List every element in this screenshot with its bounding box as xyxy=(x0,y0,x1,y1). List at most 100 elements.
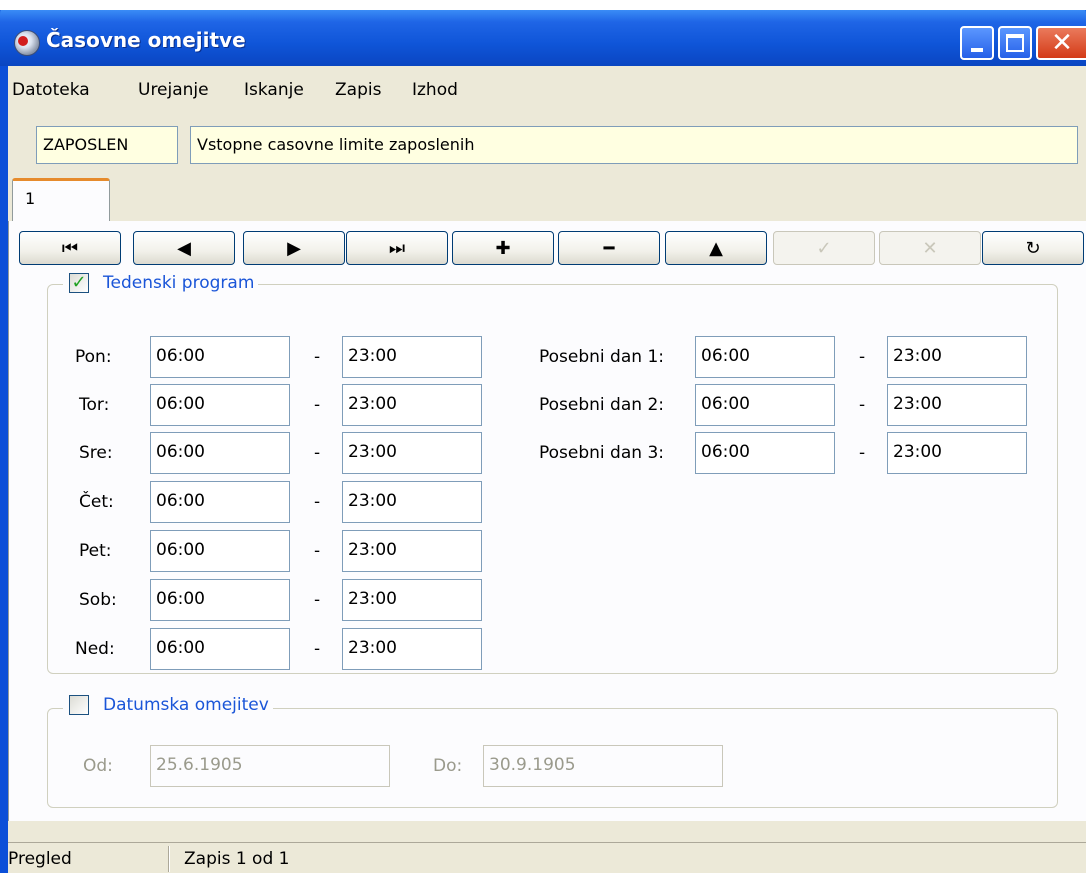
title-bar-top-edge xyxy=(0,0,1086,10)
cet-dash: - xyxy=(314,492,321,512)
plus-icon: ✚ xyxy=(495,237,511,259)
window-title: Časovne omejitve xyxy=(46,28,246,52)
sre-dash: - xyxy=(314,443,321,463)
weekly-program-label: Tedenski program xyxy=(103,273,255,293)
first-icon: ⏮ xyxy=(61,237,79,259)
code-field[interactable]: ZAPOSLEN xyxy=(36,126,178,164)
tab-strip: 1 xyxy=(8,178,1086,224)
last-icon: ⏭ xyxy=(388,237,406,259)
special-day-1-label: Posebni dan 1: xyxy=(539,347,664,367)
maximize-icon xyxy=(1006,34,1024,52)
day-label-tor: Tor: xyxy=(79,395,110,415)
tor-dash: - xyxy=(314,395,321,415)
client-area: Datoteka Urejanje Iskanje Zapis Izhod ZA… xyxy=(8,66,1086,873)
ned-dash: - xyxy=(314,639,321,659)
day-label-pon: Pon: xyxy=(75,347,112,367)
previous-record-button[interactable]: ◀ xyxy=(133,231,235,265)
pet-to-field[interactable]: 23:00 xyxy=(342,530,482,572)
next-icon: ▶ xyxy=(287,237,301,259)
minimize-button[interactable] xyxy=(960,26,994,60)
tab-1[interactable]: 1 xyxy=(12,178,110,222)
day-label-cet: Čet: xyxy=(79,492,114,512)
status-record: Zapis 1 od 1 xyxy=(184,849,290,869)
app-icon xyxy=(14,30,40,56)
sob-dash: - xyxy=(314,590,321,610)
special-day-1-to-field[interactable]: 23:00 xyxy=(887,336,1027,378)
last-record-button[interactable]: ⏭ xyxy=(346,231,448,265)
sob-to-field[interactable]: 23:00 xyxy=(342,579,482,621)
refresh-button[interactable]: ↻ xyxy=(982,231,1084,265)
day-label-sre: Sre: xyxy=(79,443,113,463)
status-separator xyxy=(168,846,170,872)
app-window: Časovne omejitve ✕ Datoteka Urejanje Isk… xyxy=(0,0,1086,873)
weekly-program-checkbox[interactable]: ✓ xyxy=(69,273,89,293)
special-day-1-from-field[interactable]: 06:00 xyxy=(695,336,835,378)
pon-to-field[interactable]: 23:00 xyxy=(342,336,482,378)
sob-from-field[interactable]: 06:00 xyxy=(150,579,290,621)
menu-zapis[interactable]: Zapis xyxy=(335,80,381,100)
sre-from-field[interactable]: 06:00 xyxy=(150,432,290,474)
pet-dash: - xyxy=(314,541,321,561)
previous-icon: ◀ xyxy=(177,237,191,259)
maximize-button[interactable] xyxy=(998,26,1032,60)
menu-izhod[interactable]: Izhod xyxy=(412,80,458,100)
check-icon: ✓ xyxy=(71,272,87,293)
date-to-label: Do: xyxy=(433,756,463,776)
date-from-field[interactable]: 25.6.1905 xyxy=(150,745,390,787)
special-day-2-dash: - xyxy=(859,395,866,415)
next-record-button[interactable]: ▶ xyxy=(243,231,345,265)
day-label-pet: Pet: xyxy=(79,541,112,561)
confirm-button[interactable]: ✓ xyxy=(773,231,875,265)
tor-from-field[interactable]: 06:00 xyxy=(150,384,290,426)
date-from-label: Od: xyxy=(83,756,113,776)
menu-bar: Datoteka Urejanje Iskanje Zapis Izhod xyxy=(8,66,1086,112)
cancel-button[interactable]: ✕ xyxy=(879,231,981,265)
cet-from-field[interactable]: 06:00 xyxy=(150,481,290,523)
date-to-field[interactable]: 30.9.1905 xyxy=(483,745,723,787)
title-bar[interactable]: Časovne omejitve ✕ xyxy=(0,0,1086,66)
minus-icon: ━ xyxy=(603,237,615,259)
pet-from-field[interactable]: 06:00 xyxy=(150,530,290,572)
cet-to-field[interactable]: 23:00 xyxy=(342,481,482,523)
first-record-button[interactable]: ⏮ xyxy=(19,231,121,265)
menu-iskanje[interactable]: Iskanje xyxy=(244,80,304,100)
minimize-icon xyxy=(971,48,983,52)
special-day-2-from-field[interactable]: 06:00 xyxy=(695,384,835,426)
edit-record-button[interactable]: ▲ xyxy=(665,231,767,265)
x-icon: ✕ xyxy=(922,237,938,259)
checkmark-icon: ✓ xyxy=(816,237,832,259)
close-icon: ✕ xyxy=(1051,28,1073,58)
ned-from-field[interactable]: 06:00 xyxy=(150,628,290,670)
status-bar: Pregled Zapis 1 od 1 xyxy=(8,842,1086,873)
close-button[interactable]: ✕ xyxy=(1036,26,1086,60)
date-restriction-legend: Datumska omejitev xyxy=(63,695,273,715)
description-field[interactable]: Vstopne casovne limite zaposlenih xyxy=(190,126,1078,164)
special-day-3-dash: - xyxy=(859,443,866,463)
refresh-icon: ↻ xyxy=(1025,237,1041,259)
date-restriction-checkbox[interactable] xyxy=(69,695,89,715)
pon-from-field[interactable]: 06:00 xyxy=(150,336,290,378)
day-label-sob: Sob: xyxy=(79,590,117,610)
menu-datoteka[interactable]: Datoteka xyxy=(12,80,90,100)
special-day-3-label: Posebni dan 3: xyxy=(539,443,664,463)
date-restriction-label: Datumska omejitev xyxy=(103,695,269,715)
add-record-button[interactable]: ✚ xyxy=(452,231,554,265)
pon-dash: - xyxy=(314,347,321,367)
tor-to-field[interactable]: 23:00 xyxy=(342,384,482,426)
sre-to-field[interactable]: 23:00 xyxy=(342,432,482,474)
triangle-up-icon: ▲ xyxy=(709,237,723,259)
day-label-ned: Ned: xyxy=(75,639,115,659)
special-day-2-label: Posebni dan 2: xyxy=(539,395,664,415)
ned-to-field[interactable]: 23:00 xyxy=(342,628,482,670)
tab-page: ⏮ ◀ ▶ ⏭ ✚ ━ ▲ ✓ ✕ ↻ ✓ Tedenski program P… xyxy=(8,221,1086,821)
navigation-toolbar: ⏮ ◀ ▶ ⏭ ✚ ━ ▲ ✓ ✕ ↻ xyxy=(9,231,1086,267)
delete-record-button[interactable]: ━ xyxy=(558,231,660,265)
menu-urejanje[interactable]: Urejanje xyxy=(138,80,209,100)
status-mode: Pregled xyxy=(8,849,72,869)
special-day-2-to-field[interactable]: 23:00 xyxy=(887,384,1027,426)
weekly-program-legend: ✓ Tedenski program xyxy=(63,273,259,293)
special-day-3-from-field[interactable]: 06:00 xyxy=(695,432,835,474)
tab-label: 1 xyxy=(25,189,36,208)
special-day-1-dash: - xyxy=(859,347,866,367)
special-day-3-to-field[interactable]: 23:00 xyxy=(887,432,1027,474)
